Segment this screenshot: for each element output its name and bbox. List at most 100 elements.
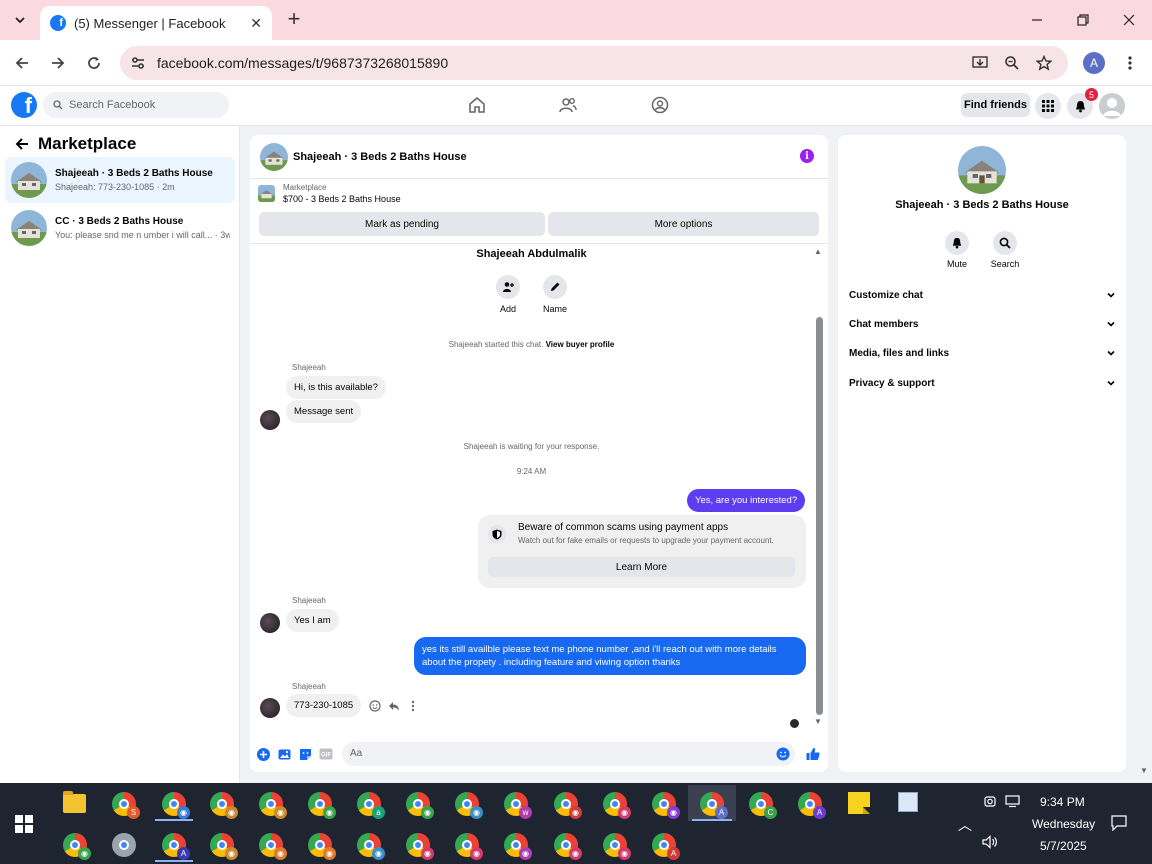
emoji-icon[interactable] bbox=[776, 747, 790, 764]
new-tab-button[interactable]: + bbox=[282, 8, 306, 32]
add-action[interactable]: Add bbox=[496, 275, 520, 314]
sender-avatar[interactable] bbox=[260, 410, 280, 430]
network-icon[interactable] bbox=[1005, 794, 1021, 811]
chrome-profile-icon[interactable]: ◉ bbox=[455, 833, 483, 860]
chrome-profile-icon[interactable]: A bbox=[162, 833, 190, 860]
reply-icon[interactable] bbox=[387, 699, 401, 713]
chrome-profile-icon[interactable]: A bbox=[700, 792, 728, 819]
page-scroll-down-arrow-icon[interactable]: ▼ bbox=[1140, 766, 1148, 775]
install-app-icon[interactable] bbox=[970, 53, 990, 73]
minimize-icon[interactable] bbox=[1025, 8, 1049, 32]
facebook-logo-icon[interactable]: f bbox=[11, 92, 37, 118]
facebook-search[interactable] bbox=[43, 92, 229, 118]
chrome-profile-icon[interactable]: ◉ bbox=[162, 792, 190, 819]
chrome-profile-icon[interactable]: ◉ bbox=[406, 792, 434, 819]
bookmark-star-icon[interactable] bbox=[1034, 53, 1054, 73]
message-input-field[interactable] bbox=[342, 742, 795, 766]
tab-search-chevron-icon[interactable] bbox=[8, 8, 32, 32]
browser-menu-icon[interactable] bbox=[1120, 52, 1140, 74]
conversation-item[interactable]: Shajeeah · 3 Beds 2 Baths House Shajeeah… bbox=[5, 157, 235, 203]
sender-avatar[interactable] bbox=[260, 613, 280, 633]
chevron-up-icon[interactable]: ︿ bbox=[958, 815, 972, 835]
windows-start-icon[interactable] bbox=[15, 815, 33, 833]
mute-action[interactable]: Mute bbox=[945, 231, 969, 269]
section-privacy-support[interactable]: Privacy & support bbox=[849, 373, 1116, 393]
network-app-icon[interactable] bbox=[112, 833, 136, 857]
back-arrow-icon[interactable] bbox=[10, 51, 34, 75]
outgoing-message[interactable]: Yes, are you interested? bbox=[687, 489, 806, 512]
incoming-message[interactable]: Yes I am bbox=[286, 609, 339, 632]
volume-icon[interactable] bbox=[982, 835, 998, 852]
info-icon[interactable]: i bbox=[800, 149, 814, 163]
section-customize-chat[interactable]: Customize chat bbox=[849, 285, 1116, 305]
chrome-profile-icon[interactable]: ◉ bbox=[259, 792, 287, 819]
chrome-profile-icon[interactable]: a bbox=[357, 792, 385, 819]
outgoing-message[interactable]: yes its still availble please text me ph… bbox=[414, 637, 806, 675]
back-arrow-icon[interactable] bbox=[14, 136, 30, 152]
chrome-profile-icon[interactable]: w bbox=[504, 792, 532, 819]
forward-arrow-icon[interactable] bbox=[46, 51, 70, 75]
control-panel-icon[interactable] bbox=[898, 792, 918, 812]
groups-icon[interactable] bbox=[649, 94, 671, 116]
chrome-profile-icon[interactable]: ◉ bbox=[652, 792, 680, 819]
chrome-profile-icon[interactable]: ◉ bbox=[603, 833, 631, 860]
view-buyer-profile-link[interactable]: View buyer profile bbox=[546, 340, 615, 349]
conversation-item[interactable]: CC · 3 Beds 2 Baths House You: please sn… bbox=[5, 205, 235, 251]
chrome-profile-icon[interactable]: ◉ bbox=[357, 833, 385, 860]
site-info-icon[interactable] bbox=[130, 55, 146, 71]
chrome-profile-icon[interactable]: C bbox=[749, 792, 777, 819]
clock-day[interactable]: Wednesday bbox=[1032, 817, 1095, 831]
thumbs-up-icon[interactable] bbox=[806, 747, 820, 761]
profile-avatar[interactable] bbox=[1099, 93, 1125, 119]
chrome-profile-icon[interactable]: ◉ bbox=[406, 833, 434, 860]
address-bar[interactable]: facebook.com/messages/t/9687373268015890 bbox=[120, 46, 1068, 80]
search-icon[interactable] bbox=[993, 231, 1017, 255]
incoming-message[interactable]: 773-230-1085 bbox=[286, 694, 362, 717]
mark-as-pending-button[interactable]: Mark as pending bbox=[259, 212, 545, 236]
url-text[interactable]: facebook.com/messages/t/9687373268015890 bbox=[157, 55, 448, 71]
reload-icon[interactable] bbox=[82, 51, 106, 75]
chrome-profile-icon[interactable]: ◉ bbox=[210, 792, 238, 819]
menu-grid-icon[interactable] bbox=[1035, 93, 1061, 119]
file-explorer-icon[interactable] bbox=[63, 791, 86, 813]
chrome-profile-icon[interactable]: ◉ bbox=[554, 833, 582, 860]
bell-icon[interactable] bbox=[945, 231, 969, 255]
pencil-icon[interactable] bbox=[543, 275, 567, 299]
chrome-profile-icon[interactable]: ◉ bbox=[63, 833, 91, 860]
find-friends-button[interactable]: Find friends bbox=[961, 93, 1030, 117]
zoom-icon[interactable] bbox=[1002, 53, 1022, 73]
chrome-profile-icon[interactable]: S bbox=[112, 792, 140, 819]
chat-scrollbar[interactable] bbox=[816, 317, 823, 715]
chrome-profile-icon[interactable]: ◉ bbox=[603, 792, 631, 819]
photo-icon[interactable] bbox=[277, 747, 291, 761]
chrome-profile-icon[interactable]: A bbox=[798, 792, 826, 819]
scroll-down-arrow-icon[interactable]: ▼ bbox=[814, 717, 822, 726]
message-input[interactable] bbox=[350, 748, 750, 759]
incoming-message[interactable]: Message sent bbox=[286, 400, 362, 423]
sticker-icon[interactable] bbox=[298, 747, 312, 761]
notification-center-icon[interactable] bbox=[1111, 815, 1127, 834]
camera-icon[interactable] bbox=[983, 794, 997, 811]
more-options-button[interactable]: More options bbox=[548, 212, 819, 236]
sender-avatar[interactable] bbox=[260, 698, 280, 718]
section-media-files-links[interactable]: Media, files and links bbox=[849, 343, 1116, 363]
chrome-profile-icon[interactable]: ◉ bbox=[308, 792, 336, 819]
facebook-search-input[interactable] bbox=[69, 99, 219, 111]
react-emoji-icon[interactable] bbox=[368, 699, 382, 713]
learn-more-button[interactable]: Learn More bbox=[488, 557, 795, 577]
clock-date[interactable]: 5/7/2025 bbox=[1040, 839, 1087, 853]
scroll-up-arrow-icon[interactable]: ▲ bbox=[814, 247, 822, 256]
chrome-profile-icon[interactable]: ◉ bbox=[504, 833, 532, 860]
friends-icon[interactable] bbox=[557, 94, 579, 116]
chat-title[interactable]: Shajeeah · 3 Beds 2 Baths House bbox=[293, 151, 467, 163]
chrome-profile-icon[interactable]: ◉ bbox=[259, 833, 287, 860]
chrome-profile-icon[interactable]: ◉ bbox=[554, 792, 582, 819]
gif-icon[interactable]: GIF bbox=[319, 747, 333, 761]
chrome-profile-icon[interactable]: ◉ bbox=[210, 833, 238, 860]
chrome-profile-icon[interactable]: ◉ bbox=[455, 792, 483, 819]
chrome-profile-icon[interactable]: A bbox=[652, 833, 680, 860]
name-action[interactable]: Name bbox=[543, 275, 567, 314]
incoming-message[interactable]: Hi, is this available? bbox=[286, 376, 386, 399]
chrome-profile-icon[interactable]: ◉ bbox=[308, 833, 336, 860]
plus-circle-icon[interactable] bbox=[256, 747, 270, 761]
